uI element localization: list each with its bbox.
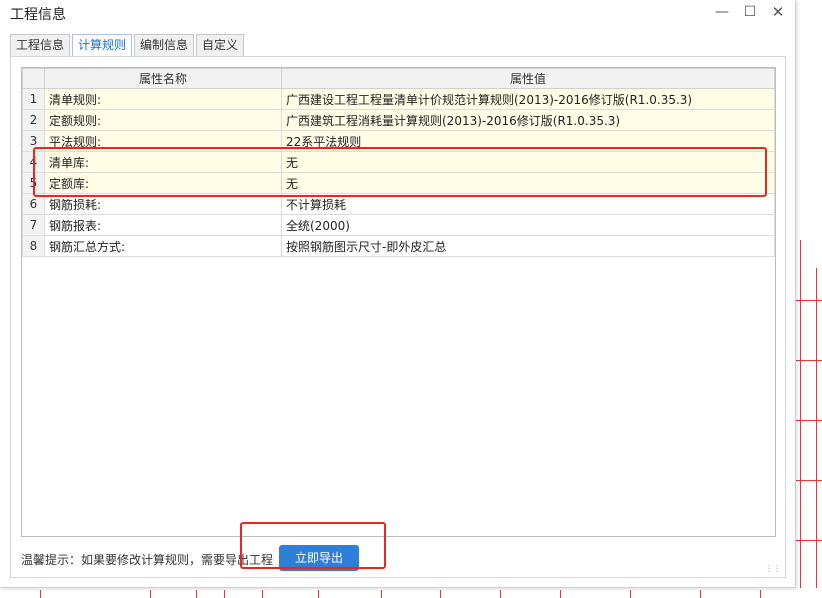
property-grid: 属性名称 属性值 1 清单规则: 广西建设工程工程量清单计价规范计算规则(2013)… [21, 67, 776, 537]
row-index: 5 [22, 172, 45, 194]
minimize-icon[interactable]: — [710, 2, 734, 22]
tab-bar: 工程信息 计算规则 编制信息 自定义 [10, 34, 246, 57]
calc-rules-panel: 属性名称 属性值 1 清单规则: 广西建设工程工程量清单计价规范计算规则(2013)… [10, 56, 786, 578]
dialog-title: 工程信息 [10, 7, 66, 23]
property-value-cell[interactable]: 不计算损耗 [281, 193, 775, 215]
table-row[interactable]: 7 钢筋报表: 全统(2000) [22, 214, 775, 236]
table-row[interactable]: 5 定额库: 无 [22, 172, 775, 194]
property-value-cell[interactable]: 按照钢筋图示尺寸-即外皮汇总 [281, 235, 775, 257]
tab-custom[interactable]: 自定义 [196, 34, 245, 56]
property-value-cell[interactable]: 全统(2000) [281, 214, 775, 236]
tab-compile-info[interactable]: 编制信息 [134, 34, 195, 56]
property-name-cell[interactable]: 清单规则: [44, 88, 282, 110]
property-name-cell[interactable]: 钢筋损耗: [44, 193, 282, 215]
property-name-cell[interactable]: 清单库: [44, 151, 282, 173]
table-row[interactable]: 6 钢筋损耗: 不计算损耗 [22, 193, 775, 215]
row-index: 6 [22, 193, 45, 215]
property-value-cell[interactable]: 广西建设工程工程量清单计价规范计算规则(2013)-2016修订版(R1.0.3… [281, 88, 775, 110]
tab-calc-rules[interactable]: 计算规则 [72, 34, 133, 57]
background-drawing [796, 0, 822, 598]
close-icon[interactable]: ✕ [766, 2, 790, 22]
table-row[interactable]: 4 清单库: 无 [22, 151, 775, 173]
header-index [22, 68, 45, 89]
header-property-value: 属性值 [281, 68, 775, 89]
table-row[interactable]: 2 定额规则: 广西建筑工程消耗量计算规则(2013)-2016修订版(R1.0.3… [22, 109, 775, 131]
row-index: 1 [22, 88, 45, 110]
resize-grip-icon[interactable]: ⋮⋮ [765, 564, 781, 573]
property-name-cell[interactable]: 平法规则: [44, 130, 282, 152]
export-now-button[interactable]: 立即导出 [279, 545, 359, 571]
maximize-icon[interactable]: ☐ [738, 2, 762, 22]
property-value-cell[interactable]: 22系平法规则 [281, 130, 775, 152]
grid-header: 属性名称 属性值 [22, 68, 775, 89]
row-index: 2 [22, 109, 45, 131]
property-name-cell[interactable]: 定额规则: [44, 109, 282, 131]
tab-project-info[interactable]: 工程信息 [10, 34, 71, 56]
property-name-cell[interactable]: 钢筋汇总方式: [44, 235, 282, 257]
project-info-dialog: 工程信息 — ☐ ✕ 工程信息 计算规则 编制信息 自定义 属性名称 属性值 1… [0, 0, 796, 588]
table-row[interactable]: 1 清单规则: 广西建设工程工程量清单计价规范计算规则(2013)-2016修订版(… [22, 88, 775, 110]
property-value-cell[interactable]: 无 [281, 151, 775, 173]
table-row[interactable]: 3 平法规则: 22系平法规则 [22, 130, 775, 152]
header-property-name: 属性名称 [44, 68, 282, 89]
warm-tip: 温馨提示：如果要修改计算规则，需要导出工程 [21, 553, 274, 567]
property-name-cell[interactable]: 钢筋报表: [44, 214, 282, 236]
row-index: 3 [22, 130, 45, 152]
row-index: 7 [22, 214, 45, 236]
background-drawing-bottom [0, 588, 822, 598]
property-value-cell[interactable]: 无 [281, 172, 775, 194]
row-index: 4 [22, 151, 45, 173]
property-name-cell[interactable]: 定额库: [44, 172, 282, 194]
row-index: 8 [22, 235, 45, 257]
property-value-cell[interactable]: 广西建筑工程消耗量计算规则(2013)-2016修订版(R1.0.35.3) [281, 109, 775, 131]
table-row[interactable]: 8 钢筋汇总方式: 按照钢筋图示尺寸-即外皮汇总 [22, 235, 775, 257]
